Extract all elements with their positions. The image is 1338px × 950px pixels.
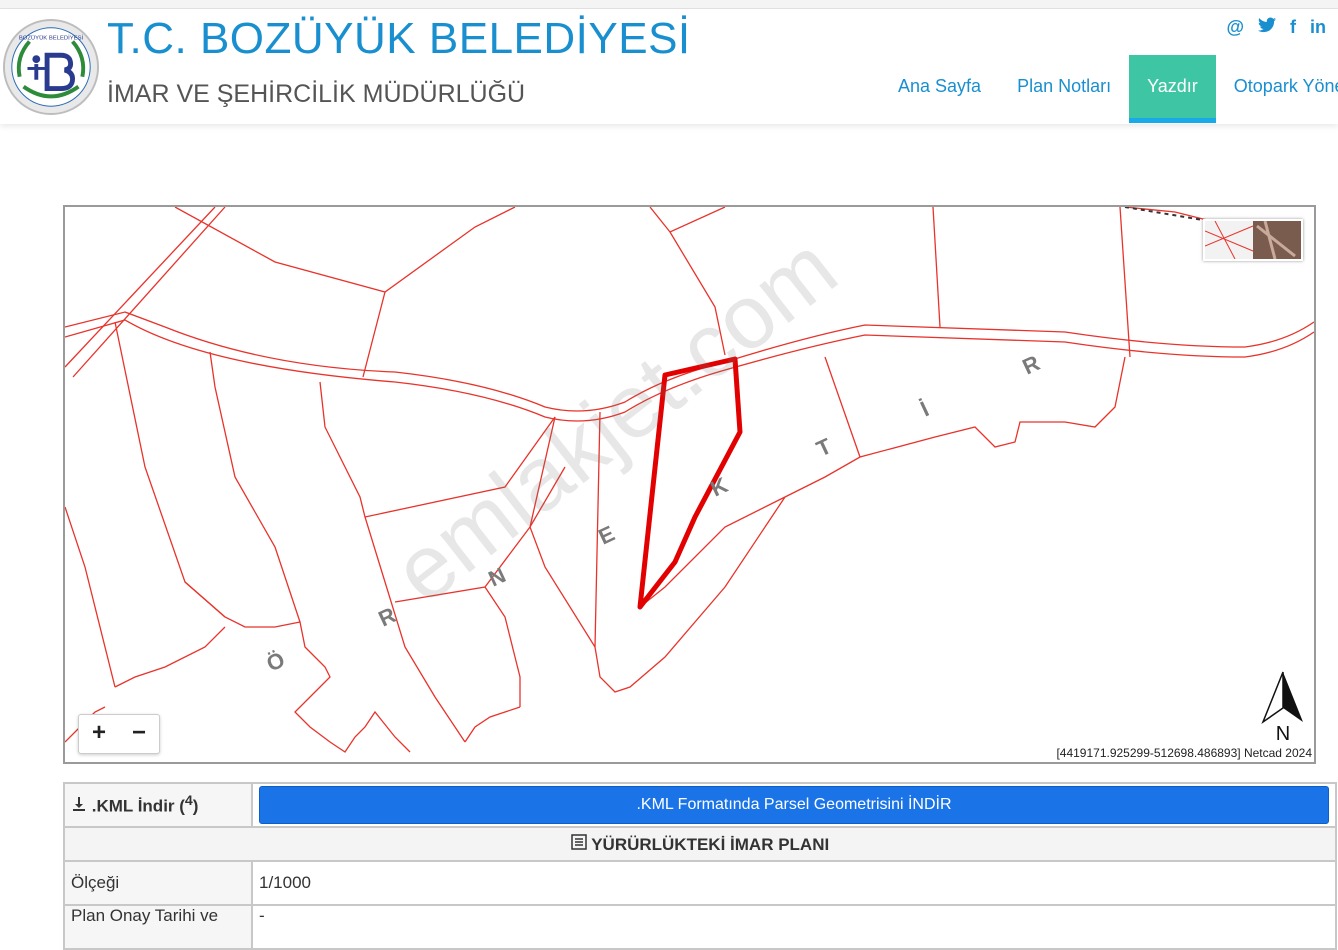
basemap-switcher[interactable] (1203, 219, 1303, 261)
street-letter: K (707, 472, 732, 501)
download-icon (71, 796, 92, 816)
watermark: emlakjet.com (376, 218, 855, 623)
street-letter: R (1019, 350, 1044, 379)
zoom-out-button[interactable]: − (119, 715, 159, 753)
table-row: .KML İndir (4) .KML Formatında Parsel Ge… (63, 782, 1337, 828)
kml-download-label: .KML İndir (4) (63, 782, 253, 828)
row-label: Ölçeği (63, 860, 253, 906)
zoom-control: + − (78, 714, 160, 754)
email-icon[interactable]: @ (1226, 17, 1244, 38)
north-arrow-icon: N (1261, 671, 1303, 742)
parcel-map[interactable]: Ö R N E K T İ R emlakjet.com + − N [4419… (63, 205, 1316, 764)
street-letter: E (595, 521, 619, 550)
site-header: BOZÜYÜK BELEDİYESİ T.C. BOZÜYÜK BELEDİYE… (0, 9, 1338, 124)
top-bar (0, 0, 1338, 9)
municipality-logo[interactable]: BOZÜYÜK BELEDİYESİ (2, 18, 100, 116)
twitter-icon[interactable] (1258, 17, 1276, 38)
kml-download-cell: .KML Formatında Parsel Geometrisini İNDİ… (251, 782, 1337, 828)
table-row: YÜRÜRLÜKTEKİ İMAR PLANI (63, 826, 1337, 862)
list-icon (571, 833, 591, 854)
map-coordinates: [4419171.925299-512698.486893] Netcad 20… (1056, 746, 1312, 760)
section-header: YÜRÜRLÜKTEKİ İMAR PLANI (63, 826, 1337, 862)
page-title: T.C. BOZÜYÜK BELEDİYESİ (107, 14, 691, 63)
svg-text:N: N (1276, 723, 1290, 742)
nav-print[interactable]: Yazdır (1129, 55, 1216, 123)
svg-text:BOZÜYÜK BELEDİYESİ: BOZÜYÜK BELEDİYESİ (19, 35, 84, 42)
nav-home[interactable]: Ana Sayfa (880, 55, 999, 119)
row-value: - (251, 904, 1337, 950)
street-letter: T (813, 433, 836, 462)
row-label: Plan Onay Tarihi ve (63, 904, 253, 950)
facebook-icon[interactable]: f (1290, 17, 1296, 38)
zoom-in-button[interactable]: + (79, 715, 119, 753)
nav-plan-notes[interactable]: Plan Notları (999, 55, 1129, 119)
linkedin-icon[interactable]: in (1310, 17, 1326, 38)
street-letter: İ (917, 396, 933, 421)
parcel-info-table: .KML İndir (4) .KML Formatında Parsel Ge… (63, 782, 1337, 950)
main-nav: Ana Sayfa Plan Notları Yazdır Otopark Yö… (880, 55, 1338, 123)
street-letter: Ö (263, 647, 289, 677)
parcel-lines: Ö R N E K T İ R emlakjet.com (65, 207, 1314, 753)
nav-parking[interactable]: Otopark Yöne (1216, 55, 1338, 119)
social-links: @ f in (1226, 17, 1326, 38)
table-row: Plan Onay Tarihi ve - (63, 904, 1337, 950)
table-row: Ölçeği 1/1000 (63, 860, 1337, 906)
row-value: 1/1000 (251, 860, 1337, 906)
kml-download-button[interactable]: .KML Formatında Parsel Geometrisini İNDİ… (259, 786, 1329, 824)
page-subtitle: İMAR VE ŞEHİRCİLİK MÜDÜRLÜĞÜ (107, 80, 526, 108)
